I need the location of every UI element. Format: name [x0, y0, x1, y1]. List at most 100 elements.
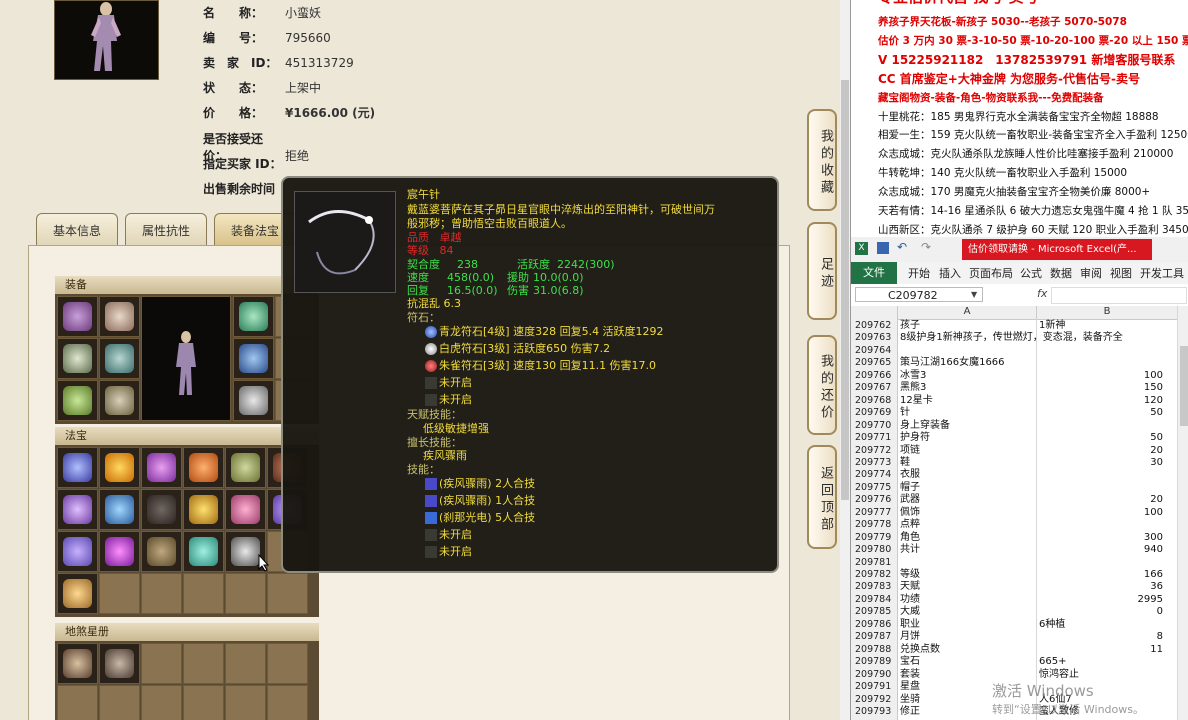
equip-slot[interactable]: [99, 338, 140, 379]
treasure-slot[interactable]: [141, 447, 182, 488]
beast-slot[interactable]: [267, 643, 308, 684]
my-favorites-button[interactable]: 我的收藏: [807, 109, 837, 211]
treasure-slot[interactable]: [99, 531, 140, 572]
sheet-scrollbar[interactable]: [1177, 306, 1188, 720]
sheet-row[interactable]: 209784 功绩 2995: [851, 594, 1188, 606]
treasure-slot[interactable]: [141, 531, 182, 572]
my-offers-button[interactable]: 我的还价: [807, 335, 837, 435]
sheet-row[interactable]: 209766 冰雪3 100: [851, 370, 1188, 382]
tab-review[interactable]: 审阅: [1080, 265, 1102, 281]
file-tab[interactable]: 文件: [851, 262, 897, 284]
treasure-slot[interactable]: [99, 447, 140, 488]
sheet-row[interactable]: 209786 职业 6种植: [851, 619, 1188, 631]
treasure-slot[interactable]: [57, 531, 98, 572]
name-box[interactable]: C209782: [855, 287, 983, 302]
sheet-row[interactable]: 209785 大威 0: [851, 606, 1188, 618]
sheet-row[interactable]: 209773 鞋 30: [851, 457, 1188, 469]
save-icon[interactable]: [877, 242, 889, 254]
sheet-row[interactable]: 209781: [851, 557, 1188, 569]
footprint-button[interactable]: 足迹: [807, 222, 837, 320]
equip-slot[interactable]: [233, 380, 274, 421]
tab-insert[interactable]: 插入: [939, 265, 961, 281]
chevron-down-icon[interactable]: ▼: [971, 290, 977, 299]
sheet-row[interactable]: 209776 武器 20: [851, 494, 1188, 506]
treasure-slot[interactable]: [225, 573, 266, 614]
sheet-row[interactable]: 209764: [851, 345, 1188, 357]
equip-slot[interactable]: [99, 296, 140, 337]
treasure-slot[interactable]: [267, 573, 308, 614]
sheet-row[interactable]: 209771 护身符 50: [851, 432, 1188, 444]
treasure-slot[interactable]: [141, 573, 182, 614]
beast-slot[interactable]: [267, 685, 308, 720]
tab-formulas[interactable]: 公式: [1020, 265, 1042, 281]
treasure-slot[interactable]: [225, 489, 266, 530]
treasure-slot[interactable]: [183, 573, 224, 614]
sheet-row[interactable]: 209775 帽子: [851, 482, 1188, 494]
beast-slot[interactable]: [183, 685, 224, 720]
equip-slot[interactable]: [99, 380, 140, 421]
sheet-row[interactable]: 209765 策马江湖166女魔1666: [851, 357, 1188, 369]
tab-data[interactable]: 数据: [1050, 265, 1072, 281]
beast-slot[interactable]: [57, 643, 98, 684]
beast-slot[interactable]: [141, 685, 182, 720]
treasure-slot[interactable]: [99, 489, 140, 530]
tab-page-layout[interactable]: 页面布局: [969, 265, 1013, 281]
treasure-slot[interactable]: [57, 447, 98, 488]
tab-developer[interactable]: 开发工具: [1140, 265, 1184, 281]
back-to-top-button[interactable]: 返回顶部: [807, 445, 837, 549]
scrollbar-thumb[interactable]: [841, 80, 849, 500]
treasure-slot[interactable]: [183, 447, 224, 488]
equip-slot[interactable]: [233, 296, 274, 337]
equip-slot[interactable]: [57, 296, 98, 337]
beast-slot[interactable]: [57, 685, 98, 720]
sheet-row[interactable]: 209787 月饼 8: [851, 631, 1188, 643]
sheet-row[interactable]: 209788 兑换点数 11: [851, 644, 1188, 656]
sheet-row[interactable]: 209769 针 50: [851, 407, 1188, 419]
sheet-row[interactable]: 209780 共计 940: [851, 544, 1188, 556]
equip-slot[interactable]: [233, 338, 274, 379]
column-b-header[interactable]: B: [1037, 306, 1177, 319]
beast-slot[interactable]: [225, 643, 266, 684]
sheet-row[interactable]: 209770 身上穿装备: [851, 420, 1188, 432]
cell-a: 护身符: [900, 432, 930, 444]
beast-slot[interactable]: [99, 685, 140, 720]
sheet-row[interactable]: 209779 角色 300: [851, 532, 1188, 544]
tab-view[interactable]: 视图: [1110, 265, 1132, 281]
undo-icon[interactable]: ↶: [897, 240, 907, 254]
sheet-row[interactable]: 209778 点粹: [851, 519, 1188, 531]
sheet-row[interactable]: 209777 佩饰 100: [851, 507, 1188, 519]
select-all-corner[interactable]: [851, 306, 898, 319]
beast-slot[interactable]: [225, 685, 266, 720]
treasure-slot[interactable]: [141, 489, 182, 530]
beast-slot[interactable]: [141, 643, 182, 684]
page-scrollbar[interactable]: [840, 0, 850, 720]
treasure-slot[interactable]: [57, 573, 98, 614]
treasure-slot[interactable]: [183, 489, 224, 530]
tab-basic-info[interactable]: 基本信息: [36, 213, 118, 245]
sheet-row[interactable]: 209762 孩子 1新神: [851, 320, 1188, 332]
redo-icon[interactable]: ↷: [921, 240, 931, 254]
fx-icon[interactable]: fx: [1037, 287, 1047, 300]
sheet-row[interactable]: 209783 天赋 36: [851, 581, 1188, 593]
tab-attributes[interactable]: 属性抗性: [125, 213, 207, 245]
equipment-grid: [55, 294, 319, 424]
treasure-slot[interactable]: [183, 531, 224, 572]
sheet-row[interactable]: 209789 宝石 665+: [851, 656, 1188, 668]
tab-home[interactable]: 开始: [908, 265, 930, 281]
sheet-scrollbar-thumb[interactable]: [1180, 346, 1188, 426]
equip-slot[interactable]: [57, 380, 98, 421]
treasure-slot[interactable]: [225, 447, 266, 488]
sheet-row[interactable]: 209767 黑熊3 150: [851, 382, 1188, 394]
beast-slot[interactable]: [99, 643, 140, 684]
column-a-header[interactable]: A: [898, 306, 1037, 319]
sheet-row[interactable]: 209772 项链 20: [851, 445, 1188, 457]
sheet-row[interactable]: 209782 等级 166: [851, 569, 1188, 581]
sheet-row[interactable]: 209768 12星卡 120: [851, 395, 1188, 407]
sheet-row[interactable]: 209774 衣服: [851, 469, 1188, 481]
formula-input[interactable]: [1051, 287, 1187, 304]
equip-slot[interactable]: [57, 338, 98, 379]
sheet-row[interactable]: 209763 8级护身1新神孩子，传世燃灯，变态混，装备齐全: [851, 332, 1188, 344]
treasure-slot[interactable]: [57, 489, 98, 530]
beast-slot[interactable]: [183, 643, 224, 684]
treasure-slot[interactable]: [99, 573, 140, 614]
